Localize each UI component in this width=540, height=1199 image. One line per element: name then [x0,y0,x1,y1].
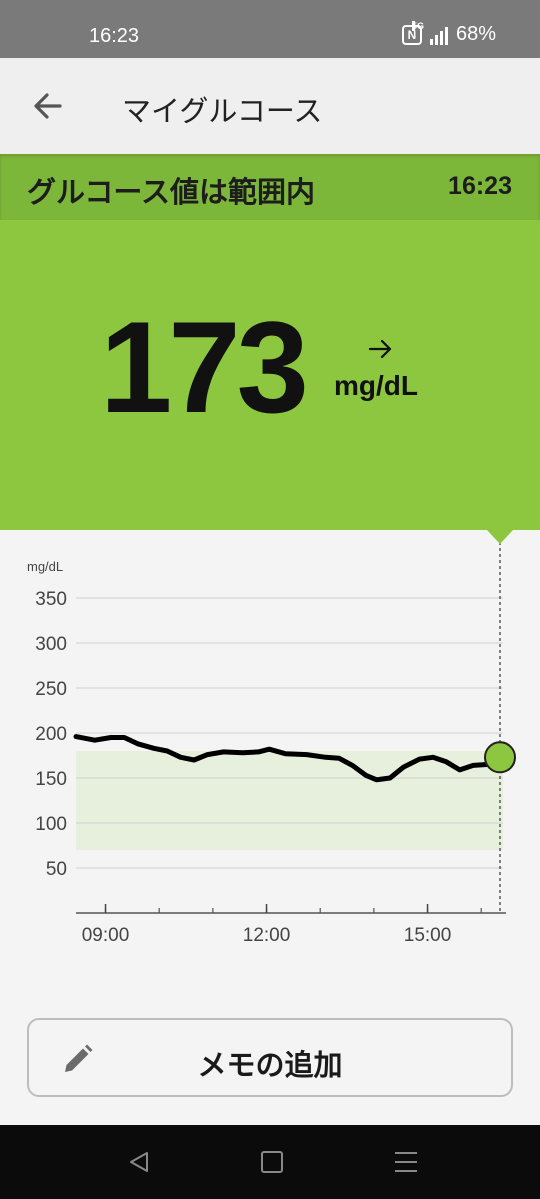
signal-icon: 5G [411,20,448,45]
nav-back-icon[interactable] [127,1151,151,1173]
x-tick-label: 15:00 [404,925,452,946]
y-tick-label: 300 [35,634,67,655]
battery-level: 68% [455,23,496,45]
current-reading-panel: 173 mg/dL [0,220,540,530]
status-bar: 16:23 N 5G 68% [0,0,540,58]
y-tick-label: 200 [35,724,67,745]
right-arrow-icon [368,339,392,359]
y-tick-label: 350 [35,589,67,610]
x-tick-label: 09:00 [82,925,130,946]
status-time: 16:23 [89,25,140,47]
glucose-chart[interactable]: mg/dL 350 300 250 200 150 100 50 09:00 12:00 15:00 [0,530,540,990]
glucose-status-band: グルコース値は範囲内 16:23 [0,154,540,220]
glucose-chart-svg: mg/dL 350 300 250 200 150 100 50 09:00 12:00 15:00 [27,530,516,946]
nav-recents-icon[interactable] [395,1152,417,1172]
y-tick-label: 50 [46,859,67,880]
y-axis-unit: mg/dL [27,559,63,574]
add-memo-label: メモの追加 [197,1048,343,1082]
reading-time: 16:23 [448,172,512,200]
glucose-value: 173 [100,294,309,440]
current-time-pointer [487,530,513,544]
current-reading-marker [484,741,516,774]
page-title: マイグルコース [122,94,323,128]
add-memo-button[interactable]: メモの追加 [27,1018,513,1097]
glucose-unit: mg/dL [334,370,418,401]
glucose-status-text: グルコース値は範囲内 [27,175,315,209]
y-tick-label: 150 [35,769,67,790]
x-tick-label: 12:00 [243,925,291,946]
status-icons: N 5G 68% [401,20,496,46]
network-type: 5G [411,20,424,31]
y-tick-label: 250 [35,679,67,700]
app-bar: マイグルコース [0,58,540,154]
system-nav-bar [0,1125,540,1199]
nav-home-icon[interactable] [261,1151,283,1173]
back-arrow-icon[interactable] [28,86,68,126]
y-tick-label: 100 [35,814,67,835]
target-range-band [76,751,503,850]
